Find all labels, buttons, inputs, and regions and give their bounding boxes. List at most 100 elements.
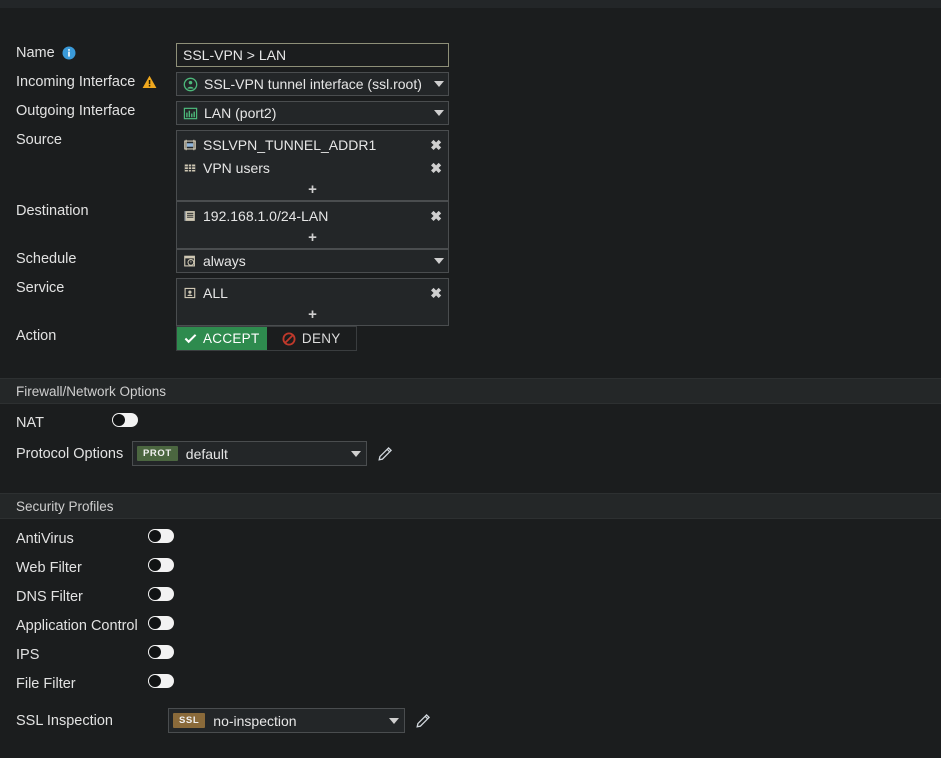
- file-filter-label-text: File Filter: [16, 676, 76, 692]
- chevron-down-icon[interactable]: [434, 81, 444, 87]
- outgoing-interface-select[interactable]: LAN (port2): [176, 101, 449, 125]
- user-group-icon: [183, 161, 197, 175]
- file-filter-toggle[interactable]: [148, 674, 174, 688]
- source-item-label: VPN users: [203, 159, 270, 176]
- ips-toggle[interactable]: [148, 645, 174, 659]
- destination-item-label: 192.168.1.0/24-LAN: [203, 207, 329, 224]
- outgoing-interface-label-text: Outgoing Interface: [16, 103, 136, 119]
- label-ssl-inspection: SSL Inspection: [0, 711, 168, 731]
- service-icon: [183, 286, 197, 300]
- label-schedule: Schedule: [0, 249, 176, 269]
- list-item[interactable]: 192.168.1.0/24-LAN ✖: [177, 204, 448, 227]
- chevron-down-icon[interactable]: [434, 110, 444, 116]
- pencil-edit-icon[interactable]: [415, 713, 431, 729]
- row-name: Name: [0, 43, 941, 67]
- dns-filter-label-text: DNS Filter: [16, 589, 83, 605]
- application-control-toggle[interactable]: [148, 616, 174, 630]
- service-label-text: Service: [16, 280, 65, 296]
- ssl-inspection-label-text: SSL Inspection: [16, 712, 113, 729]
- top-toolbar-strip: [0, 0, 941, 8]
- label-service: Service: [0, 278, 176, 298]
- destination-value-box: 192.168.1.0/24-LAN ✖ +: [176, 201, 449, 249]
- ssl-inspection-select[interactable]: SSL no-inspection: [168, 708, 405, 733]
- remove-source-item-button[interactable]: ✖: [426, 161, 442, 175]
- label-file-filter: File Filter: [0, 674, 148, 694]
- schedule-select[interactable]: always: [176, 249, 449, 273]
- action-accept-button[interactable]: ACCEPT: [177, 327, 267, 350]
- label-antivirus: AntiVirus: [0, 529, 148, 549]
- ips-label-text: IPS: [16, 647, 40, 663]
- row-web-filter: Web Filter: [0, 558, 941, 578]
- remove-source-item-button[interactable]: ✖: [426, 138, 442, 152]
- action-button-group: ACCEPT DENY: [176, 326, 357, 351]
- nat-toggle[interactable]: [112, 413, 138, 427]
- add-source-button[interactable]: +: [177, 179, 448, 200]
- label-outgoing-interface: Outgoing Interface: [0, 101, 176, 121]
- source-label-text: Source: [16, 132, 62, 148]
- check-icon: [184, 332, 197, 345]
- remove-service-item-button[interactable]: ✖: [426, 286, 442, 300]
- ssl-inspection-value: no-inspection: [213, 712, 297, 729]
- label-web-filter: Web Filter: [0, 558, 148, 578]
- schedule-label-text: Schedule: [16, 251, 77, 267]
- action-deny-button[interactable]: DENY: [266, 327, 356, 350]
- address-range-icon: [183, 138, 197, 152]
- row-application-control: Application Control: [0, 616, 941, 636]
- row-file-filter: File Filter: [0, 674, 941, 694]
- add-service-button[interactable]: +: [177, 304, 448, 325]
- pencil-edit-icon[interactable]: [377, 446, 393, 462]
- row-schedule: Schedule always: [0, 249, 941, 273]
- prot-badge: PROT: [137, 446, 178, 461]
- row-ssl-inspection: SSL Inspection SSL no-inspection: [0, 708, 941, 733]
- label-dns-filter: DNS Filter: [0, 587, 148, 607]
- action-deny-label: DENY: [301, 331, 341, 346]
- name-label-text: Name: [16, 45, 55, 61]
- label-source: Source: [0, 130, 176, 150]
- row-protocol-options: Protocol Options PROT default: [0, 441, 941, 466]
- label-application-control: Application Control: [0, 616, 148, 636]
- destination-label-text: Destination: [16, 203, 89, 219]
- source-value-box: SSLVPN_TUNNEL_ADDR1 ✖ VPN users ✖ +: [176, 130, 449, 201]
- info-circle-icon[interactable]: [62, 46, 76, 60]
- label-nat: NAT: [0, 413, 112, 433]
- add-destination-button[interactable]: +: [177, 227, 448, 248]
- protocol-options-select[interactable]: PROT default: [132, 441, 367, 466]
- label-name: Name: [0, 43, 176, 63]
- web-filter-toggle[interactable]: [148, 558, 174, 572]
- deny-circle-icon: [282, 332, 296, 346]
- source-item-label: SSLVPN_TUNNEL_ADDR1: [203, 136, 377, 153]
- list-item[interactable]: SSLVPN_TUNNEL_ADDR1 ✖: [177, 133, 448, 156]
- label-destination: Destination: [0, 201, 176, 221]
- outgoing-interface-value: LAN (port2): [204, 105, 277, 121]
- subnet-icon: [183, 209, 197, 223]
- label-action: Action: [0, 326, 176, 346]
- list-item[interactable]: ALL ✖: [177, 281, 448, 304]
- incoming-interface-label-text: Incoming Interface: [16, 74, 136, 90]
- chevron-down-icon[interactable]: [351, 450, 361, 457]
- dns-filter-toggle[interactable]: [148, 587, 174, 601]
- ssl-badge: SSL: [173, 713, 206, 728]
- schedule-value: always: [203, 253, 246, 269]
- antivirus-label-text: AntiVirus: [16, 531, 74, 547]
- antivirus-toggle[interactable]: [148, 529, 174, 543]
- row-outgoing-interface: Outgoing Interface LAN (port2): [0, 101, 941, 125]
- row-ips: IPS: [0, 645, 941, 665]
- remove-destination-item-button[interactable]: ✖: [426, 209, 442, 223]
- service-value-box: ALL ✖ +: [176, 278, 449, 326]
- row-service: Service ALL ✖ +: [0, 278, 941, 326]
- row-incoming-interface: Incoming Interface SSL-VPN tunnel interf…: [0, 72, 941, 96]
- chevron-down-icon[interactable]: [434, 258, 444, 264]
- incoming-interface-select[interactable]: SSL-VPN tunnel interface (ssl.root): [176, 72, 449, 96]
- incoming-interface-value: SSL-VPN tunnel interface (ssl.root): [204, 76, 422, 92]
- action-label-text: Action: [16, 328, 57, 344]
- web-filter-label-text: Web Filter: [16, 560, 82, 576]
- name-input[interactable]: [176, 43, 449, 67]
- label-protocol-options: Protocol Options: [0, 444, 132, 464]
- policy-editor-panel: Name Incoming Interface: [0, 0, 941, 758]
- row-action: Action ACCEPT DENY: [0, 326, 941, 351]
- section-header-firewall-network-options: Firewall/Network Options: [0, 378, 941, 404]
- chevron-down-icon[interactable]: [389, 717, 399, 724]
- warning-triangle-icon[interactable]: [142, 75, 157, 89]
- list-item[interactable]: VPN users ✖: [177, 156, 448, 179]
- row-dns-filter: DNS Filter: [0, 587, 941, 607]
